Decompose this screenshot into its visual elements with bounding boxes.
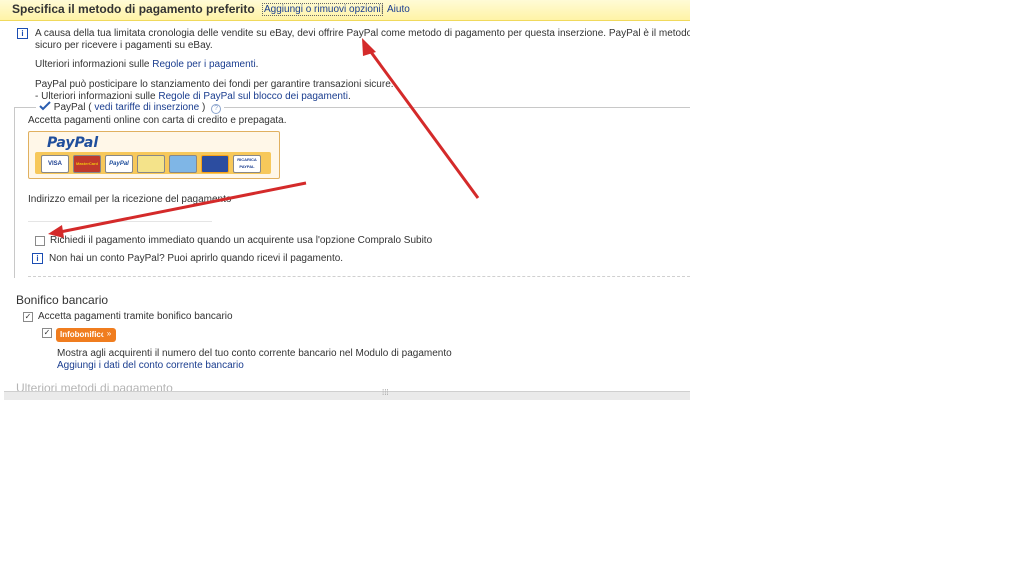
legend-close: )	[199, 102, 206, 113]
more-info-prefix: Ulteriori informazioni sulle	[35, 59, 153, 70]
page-title: Specifica il metodo di pagamento preferi…	[12, 2, 255, 16]
add-remove-options-link[interactable]: Aggiungi o rimuovi opzioni	[262, 3, 383, 16]
email-label: Indirizzo email per la ricezione del pag…	[28, 194, 232, 205]
accepted-cards-strip: VISA MasterCard PayPal RICARICA PAYPAL	[35, 152, 271, 174]
checkmark-icon	[39, 101, 51, 111]
payment-rules-link[interactable]: Regole per i pagamenti	[152, 59, 255, 70]
payment-method-panel: Specifica il metodo di pagamento preferi…	[0, 0, 690, 400]
info-icon: i	[17, 28, 28, 39]
amex-card-icon	[169, 155, 197, 173]
mastercard-icon: MasterCard	[73, 155, 101, 173]
listing-fees-link[interactable]: vedi tariffe di inserzione	[94, 102, 199, 113]
paypal-card-icon: PayPal	[105, 155, 133, 173]
accept-bank-transfer-label: Accetta pagamenti tramite bonifico banca…	[38, 311, 233, 322]
no-paypal-account-text: Non hai un conto PayPal? Puoi aprirlo qu…	[49, 253, 344, 264]
header-separator: |	[381, 4, 384, 15]
help-link[interactable]: Aiuto	[387, 4, 410, 15]
ricarica-paypal-icon: RICARICA PAYPAL	[233, 155, 261, 173]
add-bank-details-link[interactable]: Aggiungi i dati del conto corrente banca…	[57, 360, 244, 371]
paypal-label: PayPal	[53, 102, 86, 113]
paypal-legend: PayPal ( vedi tariffe di inserzione ) ?	[36, 101, 225, 114]
hold-info-suffix: .	[347, 91, 351, 102]
more-info-suffix: .	[255, 59, 259, 70]
visa-card-icon: VISA	[41, 155, 69, 173]
paypal-email-input[interactable]	[28, 205, 212, 222]
show-bank-info-checkbox[interactable]: ✓	[42, 328, 52, 338]
immediate-payment-label: Richiedi il pagamento immediato quando u…	[50, 235, 433, 246]
paypal-logo: PayPal VISA MasterCard PayPal RICARICA P…	[28, 131, 280, 179]
help-icon[interactable]: ?	[211, 104, 222, 114]
resize-grip-icon[interactable]: ⁞⁞⁞	[382, 388, 389, 397]
show-account-text: Mostra agli acquirenti il numero del tuo…	[57, 348, 452, 359]
bank-transfer-title: Bonifico bancario	[16, 293, 109, 307]
funds-hold-text: PayPal può posticipare lo stanziamento d…	[35, 79, 394, 90]
section-divider	[28, 276, 690, 277]
info-icon: i	[32, 253, 43, 264]
resize-bar[interactable]: ⁞⁞⁞	[4, 388, 690, 400]
more-info-line: Ulteriori informazioni sulle Regole per …	[35, 59, 258, 70]
section-header: Specifica il metodo di pagamento preferi…	[0, 0, 690, 21]
prepaid-card-icon	[137, 155, 165, 173]
double-chevron-right-icon: »	[103, 328, 115, 340]
paypal-logo-text: PayPal	[47, 135, 99, 151]
notice-line2: sicuro per ricevere i pagamenti su eBay.	[35, 40, 213, 51]
immediate-payment-checkbox[interactable]	[35, 236, 45, 246]
paypal-description: Accetta pagamenti online con carta di cr…	[28, 115, 287, 126]
accept-bank-transfer-checkbox[interactable]: ✓	[23, 312, 33, 322]
notice-line1: A causa della tua limitata cronologia de…	[35, 28, 690, 39]
postepay-card-icon	[201, 155, 229, 173]
